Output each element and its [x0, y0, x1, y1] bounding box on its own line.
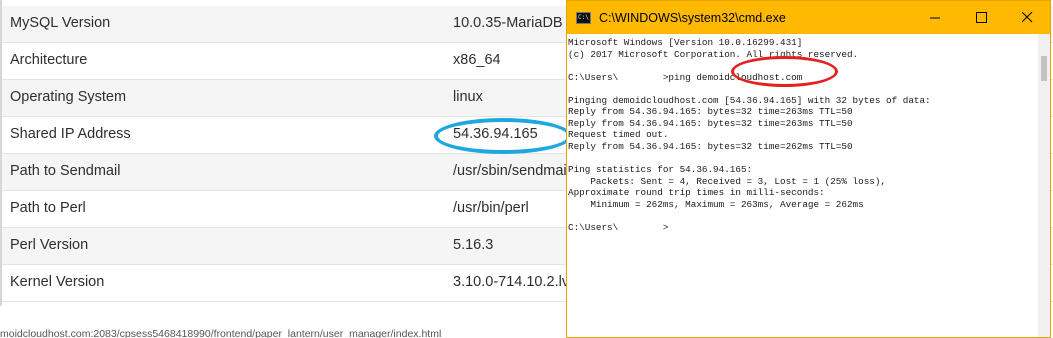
maximize-icon [976, 12, 987, 23]
row-label: Operating System [10, 89, 127, 105]
row-label: Path to Perl [10, 200, 86, 216]
row-value: /usr/bin/perl [453, 200, 529, 216]
row-label: Path to Sendmail [10, 163, 121, 179]
cmd-titlebar[interactable]: C:\ C:\WINDOWS\system32\cmd.exe [567, 1, 1050, 34]
cmd-window[interactable]: C:\ C:\WINDOWS\system32\cmd.exe Microsof… [566, 0, 1051, 338]
console-line: Microsoft Windows [Version 10.0.16299.43… [568, 37, 803, 48]
minimize-icon [930, 17, 940, 19]
scrollbar-thumb[interactable] [1041, 56, 1047, 81]
console-line: Reply from 54.36.94.165: bytes=32 time=2… [568, 117, 853, 129]
row-value: 3.10.0-714.10.2.lve [453, 274, 578, 290]
console-line: (c) 2017 Microsoft Corporation. All righ… [568, 48, 859, 60]
console-line: Reply from 54.36.94.165: bytes=32 time=2… [568, 140, 853, 152]
table-left-border [0, 0, 2, 306]
maximize-button[interactable] [958, 1, 1004, 34]
cmd-icon[interactable]: C:\ [576, 12, 591, 24]
row-value: 5.16.3 [453, 237, 494, 253]
row-value: 54.36.94.165 [453, 126, 538, 142]
console-line: Request timed out. [568, 129, 669, 141]
row-value: /usr/sbin/sendmail [453, 163, 570, 179]
cmd-scrollbar[interactable] [1038, 34, 1050, 337]
minimize-button[interactable] [912, 1, 958, 34]
console-line: Packets: Sent = 4, Received = 3, Lost = … [568, 175, 887, 187]
row-value: linux [453, 89, 483, 105]
close-icon [1022, 12, 1033, 23]
close-button[interactable] [1004, 1, 1050, 34]
row-label: Kernel Version [10, 274, 105, 290]
browser-status-bar: moidcloudhost.com:2083/cpsess5468418990/… [0, 318, 560, 338]
row-value: x86_64 [453, 52, 501, 68]
console-line: Pinging demoidcloudhost.com [54.36.94.16… [568, 94, 931, 106]
row-value: 10.0.35-MariaDB [453, 15, 563, 31]
cmd-console-output[interactable]: Microsoft Windows [Version 10.0.16299.43… [568, 34, 1038, 337]
row-label: MySQL Version [10, 15, 111, 31]
console-line: Minimum = 262ms, Maximum = 263ms, Averag… [568, 198, 864, 210]
console-line: Ping statistics for 54.36.94.165: [568, 164, 753, 176]
status-bar-url: moidcloudhost.com:2083/cpsess5468418990/… [0, 328, 442, 338]
console-line: Approximate round trip times in milli-se… [568, 187, 825, 199]
cmd-window-title: C:\WINDOWS\system32\cmd.exe [599, 11, 786, 25]
row-label: Shared IP Address [10, 126, 131, 142]
console-line: C:\Users\ >ping demoidcloudhost.com [568, 71, 803, 83]
console-line: C:\Users\ > [568, 221, 669, 233]
row-label: Perl Version [10, 237, 89, 253]
console-line: Reply from 54.36.94.165: bytes=32 time=2… [568, 106, 853, 118]
row-label: Architecture [10, 52, 88, 68]
